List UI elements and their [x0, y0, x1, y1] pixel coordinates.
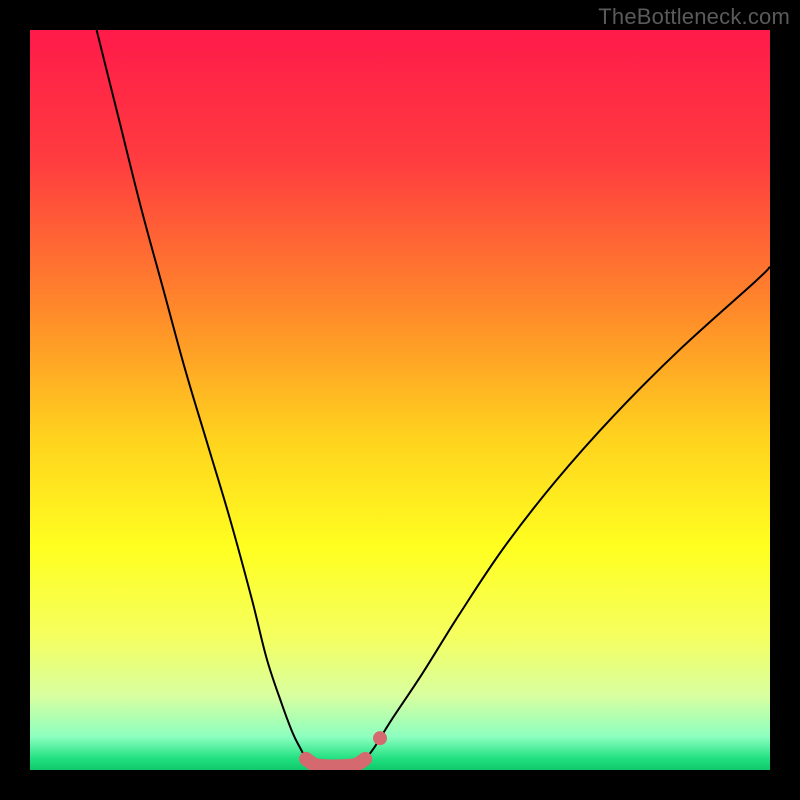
plot-area — [30, 30, 770, 770]
curve-layer — [30, 30, 770, 770]
bottleneck-curve-right — [365, 267, 770, 759]
chart-frame: TheBottleneck.com — [0, 0, 800, 800]
watermark-label: TheBottleneck.com — [598, 4, 790, 30]
valley-floor — [306, 759, 365, 767]
valley-dot-right — [373, 731, 387, 745]
bottleneck-curve-left — [97, 30, 306, 759]
